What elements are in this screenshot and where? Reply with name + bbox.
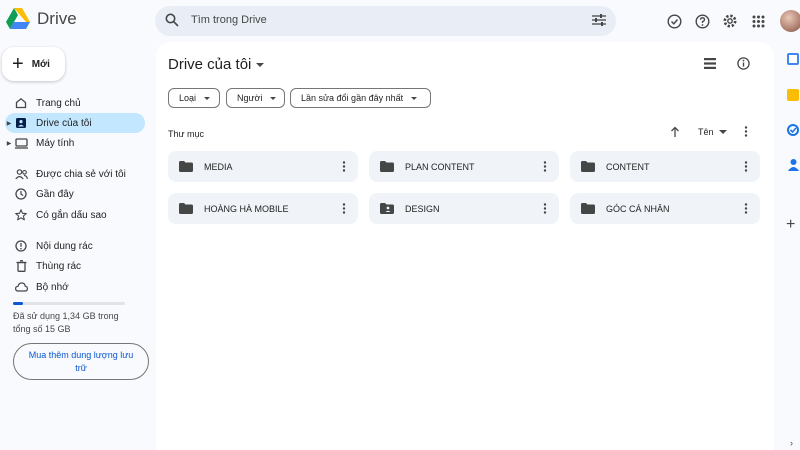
section-label-folders: Thư mục — [168, 129, 205, 139]
shared-folder-icon — [380, 203, 394, 214]
folder-icon — [380, 161, 394, 172]
sidebar-item-my-drive[interactable]: ▶ Drive của tôi — [5, 113, 145, 133]
offline-ready-icon[interactable] — [664, 11, 684, 31]
more-options-icon[interactable] — [738, 203, 754, 214]
sidebar-item-trash[interactable]: Thùng rác — [5, 256, 145, 276]
spam-icon — [14, 240, 28, 252]
sidebar-item-starred[interactable]: Có gắn dấu sao — [5, 205, 145, 225]
sidebar-item-home[interactable]: Trang chủ — [5, 93, 145, 113]
title-dropdown-icon — [256, 62, 265, 67]
computer-icon — [14, 137, 28, 149]
folder-icon — [581, 203, 595, 214]
calendar-icon[interactable] — [787, 53, 799, 65]
cloud-icon — [14, 282, 28, 292]
page-title[interactable]: Drive của tôi — [168, 56, 265, 73]
chevron-down-icon — [204, 96, 211, 100]
more-options-icon[interactable] — [738, 161, 754, 172]
folder-card[interactable]: PLAN CONTENT — [369, 151, 559, 182]
folder-card[interactable]: HOÀNG HÀ MOBILE — [168, 193, 358, 224]
home-icon — [14, 97, 28, 109]
trash-icon — [14, 260, 28, 272]
search-bar[interactable]: Tìm trong Drive — [155, 6, 616, 36]
sidebar-item-storage[interactable]: Bộ nhớ — [5, 277, 145, 297]
storage-meter — [13, 302, 125, 305]
folder-icon — [179, 203, 193, 214]
clock-icon — [14, 188, 28, 200]
more-options-icon[interactable] — [537, 161, 553, 172]
folder-icon — [581, 161, 595, 172]
folder-card[interactable]: MEDIA — [168, 151, 358, 182]
filter-modified[interactable]: Lần sửa đổi gần đây nhất — [290, 88, 431, 108]
sort-by-name[interactable]: Tên — [698, 127, 727, 137]
storage-meter-fill — [13, 302, 24, 305]
add-addon-icon[interactable]: + — [786, 216, 795, 234]
expand-panel-icon[interactable]: › — [790, 438, 793, 448]
new-button-label: Mới — [31, 58, 50, 70]
keep-icon[interactable] — [787, 89, 799, 101]
more-options-icon[interactable] — [336, 203, 352, 214]
more-options-icon[interactable] — [537, 203, 553, 214]
more-options-icon[interactable] — [744, 126, 748, 137]
settings-icon[interactable] — [720, 11, 740, 31]
apps-grid-icon[interactable] — [748, 11, 768, 31]
search-options-icon[interactable] — [592, 14, 606, 26]
folder-card[interactable]: GÓC CÁ NHÂN — [570, 193, 760, 224]
expand-caret-icon[interactable]: ▶ — [5, 140, 13, 147]
sidebar-item-shared[interactable]: Được chia sẻ với tôi — [5, 164, 145, 184]
tasks-icon[interactable] — [787, 124, 799, 136]
buy-storage-button[interactable]: Mua thêm dung lượng lưu trữ — [13, 343, 149, 380]
storage-usage-text: Đã sử dụng 1,34 GB trong tổng số 15 GB — [13, 311, 119, 334]
sidebar-item-spam[interactable]: Nội dung rác — [5, 236, 145, 256]
folder-card[interactable]: DESIGN — [369, 193, 559, 224]
new-button[interactable]: + Mới — [2, 47, 65, 81]
avatar[interactable] — [780, 10, 800, 32]
search-icon[interactable] — [165, 13, 179, 27]
chevron-down-icon — [270, 96, 277, 100]
sidebar-item-recent[interactable]: Gần đây — [5, 184, 145, 204]
folder-card[interactable]: CONTENT — [570, 151, 760, 182]
filter-type[interactable]: Loại — [168, 88, 220, 108]
chevron-down-icon — [411, 96, 418, 100]
help-icon[interactable] — [692, 11, 712, 31]
app-name: Drive — [37, 8, 77, 28]
my-drive-icon — [14, 117, 28, 129]
sidebar-item-computers[interactable]: ▶ Máy tính — [5, 133, 145, 153]
info-icon[interactable] — [737, 57, 750, 70]
list-view-icon[interactable] — [704, 58, 716, 69]
expand-caret-icon[interactable]: ▶ — [5, 120, 13, 127]
more-options-icon[interactable] — [336, 161, 352, 172]
drive-logo[interactable]: Drive — [6, 8, 77, 29]
search-input[interactable]: Tìm trong Drive — [191, 14, 267, 26]
sort-direction-icon[interactable] — [670, 126, 680, 137]
drive-logo-icon — [6, 8, 30, 29]
shared-icon — [14, 168, 28, 180]
folder-icon — [179, 161, 193, 172]
contacts-icon[interactable] — [788, 158, 799, 171]
star-icon — [14, 209, 28, 221]
filter-people[interactable]: Người — [226, 88, 285, 108]
plus-icon: + — [12, 53, 24, 75]
chevron-down-icon — [718, 130, 727, 134]
